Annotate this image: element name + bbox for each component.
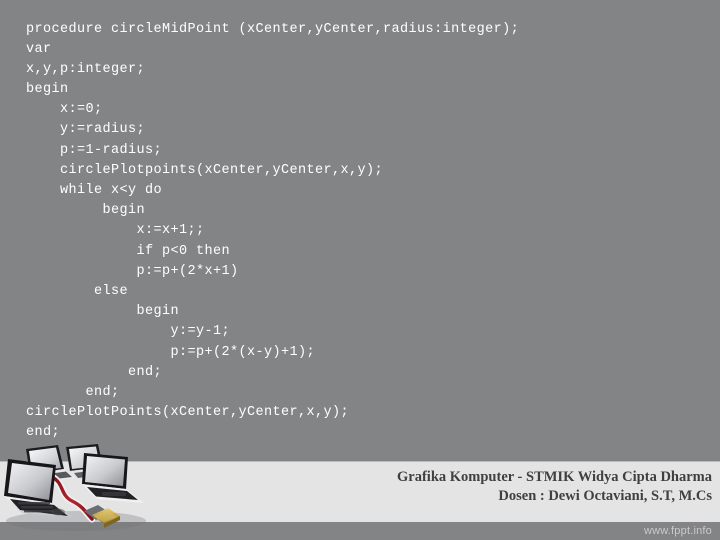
code-line: else xyxy=(26,283,129,299)
code-line: end; xyxy=(26,364,163,380)
code-line: x:=0; xyxy=(26,102,103,118)
footer-course-line: Grafika Komputer - STMIK Widya Cipta Dha… xyxy=(397,469,712,485)
watermark-label: www.fppt.info xyxy=(643,525,712,537)
code-line: circlePlotpoints(xCenter,yCenter,x,y); xyxy=(26,162,384,178)
code-line: x:=x+1;; xyxy=(26,223,205,239)
code-line: end; xyxy=(26,384,120,400)
code-listing: procedure circleMidPoint (xCenter,yCente… xyxy=(0,20,720,444)
laptop-front-right xyxy=(82,453,144,503)
code-line: begin xyxy=(26,203,146,219)
code-line: procedure circleMidPoint (xCenter,yCente… xyxy=(26,21,520,37)
presentation-slide: procedure circleMidPoint (xCenter,yCente… xyxy=(0,0,720,540)
footer-lecturer-line: Dosen : Dewi Octaviani, S.T, M.Cs xyxy=(498,488,712,504)
code-line: p:=1-radius; xyxy=(26,142,163,158)
code-line: x,y,p:integer; xyxy=(26,61,146,77)
code-line: p:=p+(2*(x-y)+1); xyxy=(26,344,316,360)
code-line: p:=p+(2*x+1) xyxy=(26,263,239,279)
code-line: circlePlotPoints(xCenter,yCenter,x,y); xyxy=(26,405,350,421)
footer-credit: Grafika Komputer - STMIK Widya Cipta Dha… xyxy=(292,468,712,506)
networked-laptops-icon xyxy=(4,444,146,531)
code-line: var xyxy=(26,41,52,57)
code-line: if p<0 then xyxy=(26,243,231,259)
code-line: while x<y do xyxy=(26,183,163,198)
code-line: end; xyxy=(26,425,61,441)
code-line: begin xyxy=(26,82,69,98)
code-line: y:=radius; xyxy=(26,122,146,138)
code-line: begin xyxy=(26,304,180,320)
code-line: y:=y-1; xyxy=(26,324,231,340)
